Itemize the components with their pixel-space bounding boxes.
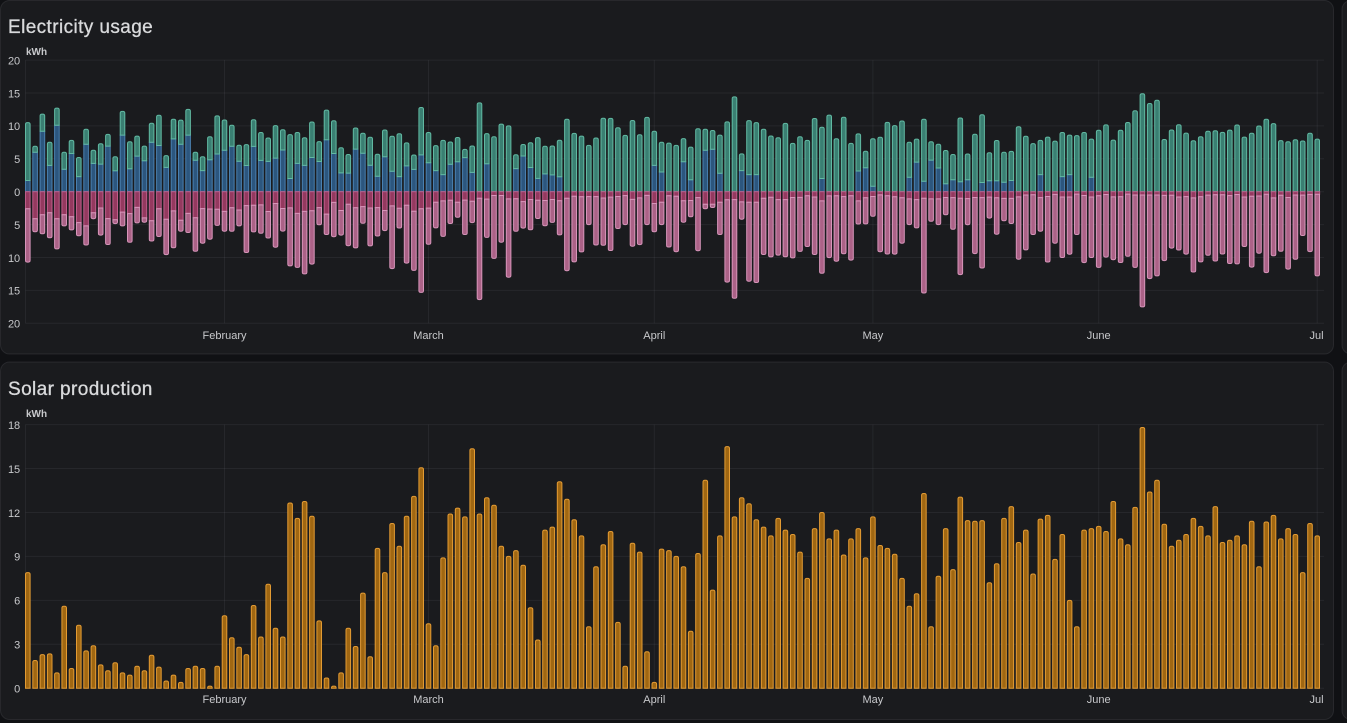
- svg-text:10: 10: [8, 253, 20, 265]
- svg-text:5: 5: [14, 220, 20, 232]
- svg-text:6: 6: [14, 596, 20, 608]
- svg-text:kWh: kWh: [26, 409, 47, 420]
- svg-text:20: 20: [8, 319, 20, 331]
- svg-text:5: 5: [14, 154, 20, 166]
- svg-text:15: 15: [8, 88, 20, 100]
- svg-text:Jul: Jul: [1309, 330, 1323, 342]
- svg-text:March: March: [413, 694, 444, 706]
- svg-text:20: 20: [8, 55, 20, 67]
- svg-text:9: 9: [14, 552, 20, 564]
- svg-text:Jul: Jul: [1309, 694, 1323, 706]
- svg-text:15: 15: [8, 464, 20, 476]
- svg-text:15: 15: [8, 286, 20, 298]
- svg-text:February: February: [202, 694, 247, 706]
- svg-text:March: March: [413, 330, 444, 342]
- svg-text:April: April: [643, 330, 665, 342]
- svg-text:12: 12: [8, 508, 20, 520]
- svg-text:May: May: [863, 694, 884, 706]
- svg-text:June: June: [1087, 330, 1111, 342]
- svg-text:0: 0: [14, 684, 20, 696]
- svg-text:Electricity usage: Electricity usage: [8, 17, 153, 38]
- svg-text:February: February: [202, 330, 247, 342]
- svg-text:0: 0: [14, 187, 20, 199]
- svg-text:3: 3: [14, 640, 20, 652]
- svg-text:May: May: [863, 330, 884, 342]
- svg-text:April: April: [643, 694, 665, 706]
- svg-text:June: June: [1087, 694, 1111, 706]
- svg-text:kWh: kWh: [26, 47, 47, 58]
- svg-text:18: 18: [8, 420, 20, 432]
- svg-text:Solar production: Solar production: [8, 379, 153, 400]
- svg-text:10: 10: [8, 121, 20, 133]
